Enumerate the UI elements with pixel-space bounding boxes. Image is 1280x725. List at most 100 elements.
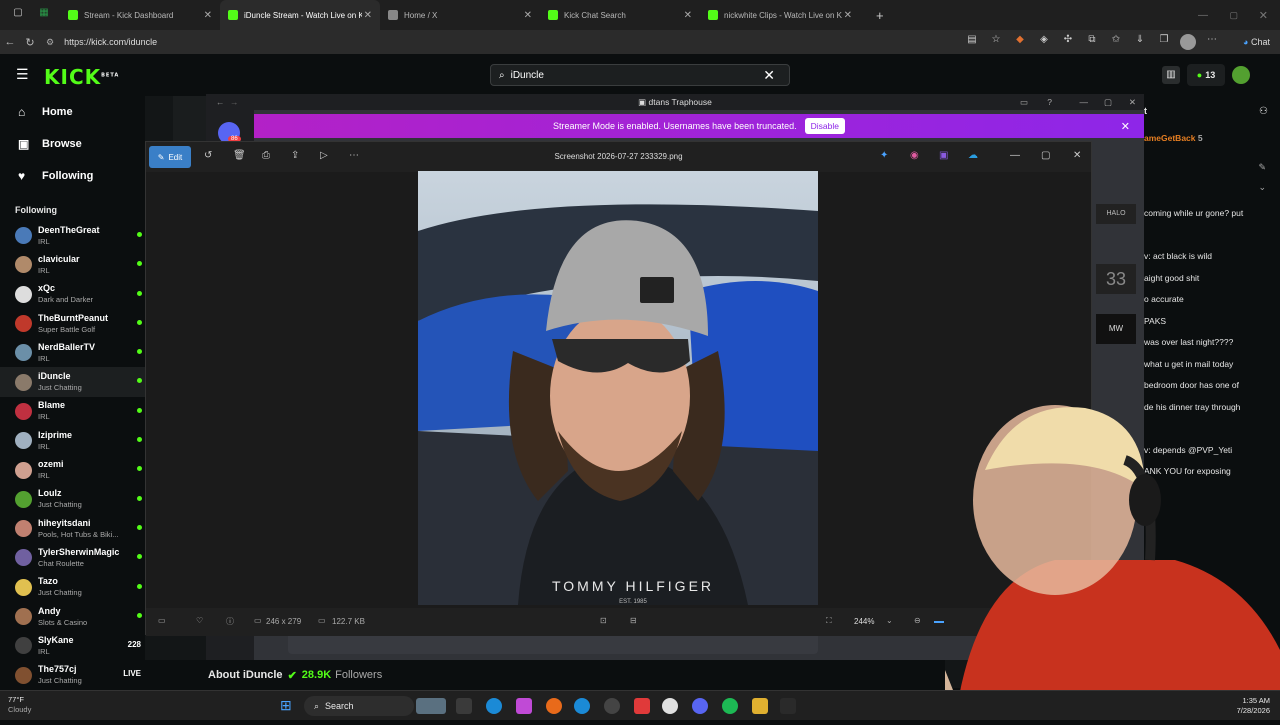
chat-users-icon[interactable]: ⚇ [1259, 106, 1268, 117]
search-highlight-icon[interactable] [416, 698, 446, 714]
discord-close-icon[interactable]: ✕ [1129, 94, 1136, 110]
menu-icon[interactable]: ☰ [16, 66, 29, 83]
favorites-icon[interactable]: ✩ [1108, 34, 1124, 50]
expand-chevron-icon[interactable]: ⌄ [1258, 182, 1266, 193]
viewer-minimize-icon[interactable]: — [1010, 150, 1020, 161]
sidebar-nav-item[interactable]: ♥ Following [0, 160, 145, 192]
zoom-level[interactable]: 244% [854, 617, 874, 626]
itunes-icon[interactable] [662, 698, 678, 714]
clipchamp-icon[interactable]: ▣ [939, 150, 948, 161]
library-icon[interactable]: ▥ [1162, 66, 1180, 84]
mw-game-icon[interactable]: MW [1096, 314, 1136, 344]
extension-puzzle-icon[interactable]: ✣ [1060, 34, 1076, 50]
extension-split-icon[interactable]: ⧉ [1084, 34, 1100, 50]
download-icon[interactable]: ⇓ [1132, 34, 1148, 50]
minimize-icon[interactable]: — [1198, 10, 1208, 21]
followed-channel[interactable]: hiheyitsdani Pools, Hot Tubs & Biki... [0, 514, 145, 543]
discord-maximize-icon[interactable]: ▢ [1104, 94, 1112, 110]
maximize-icon[interactable]: ▢ [1229, 10, 1238, 21]
firefox-icon[interactable] [546, 698, 562, 714]
taskbar-search[interactable]: ⌕ Search [304, 696, 414, 716]
browser-tab[interactable]: Kick Chat Search ✕ [540, 0, 700, 30]
task-view-icon[interactable] [456, 698, 472, 714]
browser-tab[interactable]: iDuncle Stream - Watch Live on Kick ✕ [220, 0, 380, 30]
tab-close-icon[interactable]: ✕ [204, 10, 212, 21]
discord-minimize-icon[interactable]: — [1080, 94, 1089, 110]
followed-channel[interactable]: Loulz Just Chatting [0, 485, 145, 514]
app-red-icon[interactable] [634, 698, 650, 714]
tab-close-icon[interactable]: ✕ [684, 10, 692, 21]
url-field[interactable]: https://kick.com/iduncle [64, 37, 157, 47]
clear-search-icon[interactable]: ✕ [763, 67, 775, 84]
followed-channel[interactable]: The757cj Just Chatting LIVE [0, 660, 145, 689]
sheets-icon[interactable]: ▦ [36, 7, 52, 23]
start-icon[interactable]: ⊞ [280, 697, 292, 714]
kick-logo[interactable]: KICKBETA [44, 65, 119, 89]
viewer-close-icon[interactable]: ✕ [1073, 150, 1081, 161]
app-dark-icon[interactable] [780, 698, 796, 714]
discord-app-icon[interactable] [692, 698, 708, 714]
zoom-slider[interactable] [934, 621, 944, 623]
obs-icon[interactable] [604, 698, 620, 714]
kick-coins-button[interactable]: ● 13 [1187, 64, 1225, 86]
copilot-viewer-icon[interactable]: ◉ [910, 150, 919, 161]
help-icon[interactable]: ? [1047, 94, 1052, 110]
followed-channel[interactable]: Andy Slots & Casino [0, 602, 145, 631]
followed-channel[interactable]: TheBurntPeanut Super Battle Golf [0, 309, 145, 338]
profile-avatar[interactable] [1180, 34, 1196, 50]
disable-button[interactable]: Disable [804, 118, 845, 134]
browser-tab[interactable]: Stream - Kick Dashboard ✕ [60, 0, 220, 30]
followed-channel[interactable]: xQc Dark and Darker [0, 280, 145, 309]
sidebar-nav-item[interactable]: ⌂ Home [0, 96, 145, 128]
close-window-icon[interactable]: ✕ [1259, 9, 1268, 22]
browser-tab[interactable]: Home / X ✕ [380, 0, 540, 30]
followed-channel[interactable]: Iziprime IRL [0, 426, 145, 455]
favorite-icon[interactable]: ♡ [196, 616, 203, 625]
sidebar-nav-item[interactable]: ▣ Browse [0, 128, 145, 160]
file-explorer-icon[interactable] [752, 698, 768, 714]
followed-channel[interactable]: TylerSherwinMagic Chat Roulette [0, 543, 145, 572]
tab-close-icon[interactable]: ✕ [364, 10, 372, 21]
system-clock[interactable]: 1:35 AM 7/28/2026 [1237, 696, 1270, 716]
inbox-icon[interactable]: ▭ [1020, 94, 1028, 110]
browser-tab[interactable]: nickwhite Clips - Watch Live on Kick ✕ [700, 0, 860, 30]
copilot-chat-button[interactable]: ◕ Chat [1243, 37, 1270, 47]
weather-widget[interactable]: 77°F Cloudy [8, 695, 31, 715]
halo-game-icon[interactable]: HALO [1096, 204, 1136, 224]
followed-channel[interactable]: SlyKane IRL 228 [0, 631, 145, 660]
followed-channel[interactable]: NerdBallerTV IRL [0, 338, 145, 367]
banner-close-icon[interactable]: ✕ [1121, 120, 1130, 133]
zoom-out-icon[interactable]: ⊖ [914, 616, 921, 625]
copilot-app-icon[interactable] [516, 698, 532, 714]
followed-channel[interactable]: ozemi IRL [0, 455, 145, 484]
user-avatar[interactable] [1232, 66, 1250, 84]
crop-icon[interactable]: ⊟ [630, 616, 637, 625]
workspace-icon[interactable]: ▢ [10, 7, 26, 23]
new-tab-icon[interactable]: + [876, 8, 884, 23]
reload-icon[interactable]: ↻ [20, 36, 40, 49]
followed-channel[interactable]: iDuncle Just Chatting [0, 367, 145, 397]
discord-forward-icon[interactable]: → [230, 94, 239, 110]
designer-icon[interactable]: ✦ [880, 150, 888, 161]
tab-close-icon[interactable]: ✕ [524, 10, 532, 21]
tab-close-icon[interactable]: ✕ [844, 10, 852, 21]
fullscreen-icon[interactable]: ⛶ [826, 616, 832, 626]
followed-channel[interactable]: DeenTheGreat IRL [0, 221, 145, 250]
zoom-dropdown-icon[interactable]: ⌄ [886, 616, 893, 625]
onedrive-icon[interactable]: ☁ [968, 150, 978, 161]
collections-icon[interactable]: ❐ [1156, 34, 1172, 50]
edge-icon[interactable] [486, 698, 502, 714]
discord-back-icon[interactable]: ← [216, 94, 225, 110]
info-icon[interactable]: ⓘ [226, 616, 234, 627]
star-icon[interactable]: ☆ [988, 34, 1004, 50]
pin-icon[interactable]: ✎ [1258, 162, 1266, 173]
game-33-icon[interactable]: 33 [1096, 264, 1136, 294]
followed-channel[interactable]: clavicular IRL [0, 250, 145, 279]
fit-icon[interactable]: ⊡ [600, 616, 607, 625]
followed-channel[interactable]: Blame IRL [0, 397, 145, 426]
search-input[interactable]: ⌕ iDuncle ✕ [490, 64, 790, 86]
site-info-icon[interactable]: ⚙ [46, 37, 54, 48]
viewer-maximize-icon[interactable]: ▢ [1041, 150, 1050, 161]
extension-diamond-icon[interactable]: ◈ [1036, 34, 1052, 50]
reader-icon[interactable]: ▤ [964, 34, 980, 50]
